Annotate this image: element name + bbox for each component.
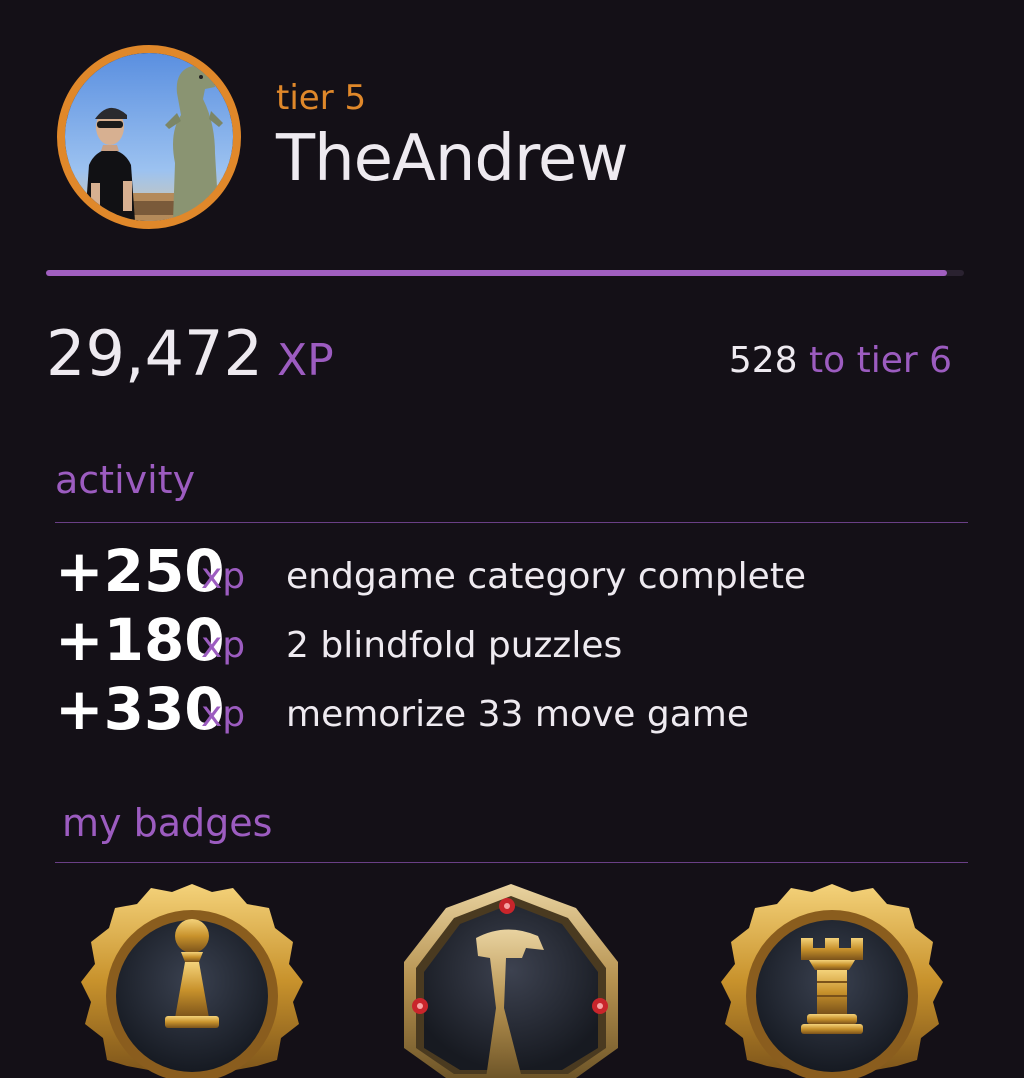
badge-rook[interactable] (707, 878, 957, 1078)
activity-heading: activity (55, 458, 196, 502)
avatar-photo-icon (65, 53, 233, 221)
activity-description: 2 blindfold puzzles (286, 625, 623, 666)
activity-unit: xp (201, 625, 246, 666)
activity-item: +250 xp endgame category complete (55, 538, 968, 607)
tier-progress-fill (46, 270, 948, 276)
xp-total: 29,472 XP (46, 316, 334, 399)
avatar[interactable] (57, 45, 241, 229)
badges-heading: my badges (62, 801, 273, 845)
next-tier-remaining: 528 to tier 6 (729, 338, 952, 384)
badge-pawn[interactable] (67, 878, 317, 1078)
activity-amount: +330 (55, 675, 225, 743)
username: TheAndrew (276, 122, 629, 196)
remaining-xp-value: 528 (728, 340, 798, 381)
activity-description: endgame category complete (286, 556, 807, 597)
badge-knight[interactable] (386, 878, 636, 1078)
tier-progress-bar (46, 270, 964, 276)
activity-item: +330 xp memorize 33 move game (55, 676, 968, 745)
activity-unit: xp (201, 556, 246, 597)
activity-list: +250 xp endgame category complete +180 x… (55, 538, 968, 745)
remaining-xp-label: to tier 6 (809, 340, 952, 381)
knight-badge-icon (404, 884, 618, 1078)
xp-unit: XP (276, 335, 334, 386)
activity-amount: +180 (55, 606, 225, 674)
pawn-badge-icon (81, 884, 303, 1078)
badges-divider (55, 862, 968, 863)
activity-divider (55, 522, 968, 523)
activity-unit: xp (201, 694, 246, 735)
badges-row (0, 878, 1024, 1078)
rook-badge-icon (721, 884, 943, 1078)
activity-description: memorize 33 move game (286, 694, 749, 735)
tier-label: tier 5 (276, 78, 367, 118)
xp-total-value: 29,472 (46, 317, 263, 390)
activity-item: +180 xp 2 blindfold puzzles (55, 607, 968, 676)
activity-amount: +250 (55, 537, 225, 605)
